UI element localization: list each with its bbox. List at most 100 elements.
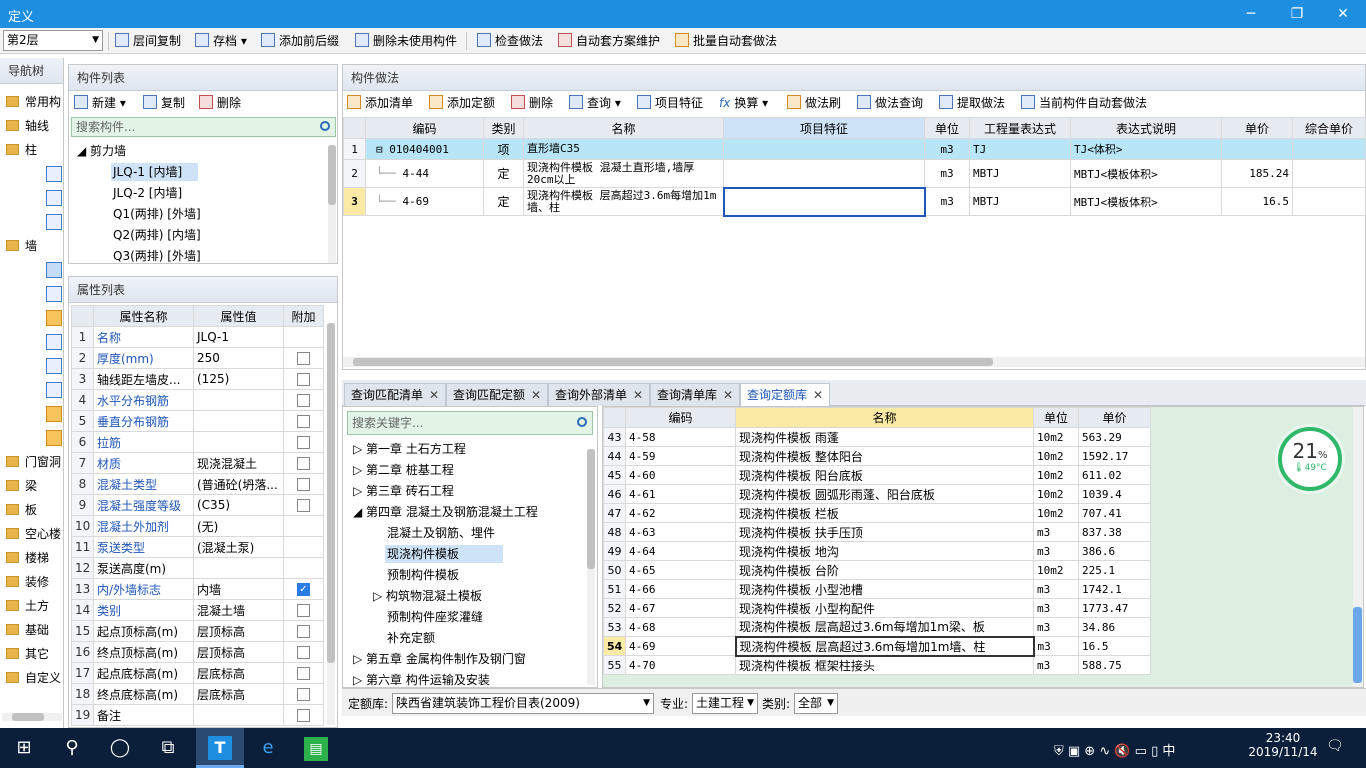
quota-row[interactable]: 53 4-68 现浇构件模板 层高超过3.6m每增加1m梁、板 m3 34.86 bbox=[603, 617, 1151, 637]
column-icon[interactable] bbox=[46, 166, 62, 182]
batch-auto-button[interactable]: 批量自动套做法 bbox=[675, 32, 777, 50]
quota-row[interactable]: 50 4-65 现浇构件模板 台阶 10m2 225.1 bbox=[603, 560, 1151, 580]
method-query-button[interactable]: 做法查询 bbox=[857, 94, 923, 112]
checkbox[interactable] bbox=[297, 436, 310, 449]
checkbox[interactable] bbox=[297, 604, 310, 617]
property-vscrollbar[interactable] bbox=[327, 323, 335, 725]
property-value[interactable]: 现浇混凝土 bbox=[193, 452, 284, 474]
checkbox[interactable] bbox=[297, 646, 310, 659]
nav-item-foundation[interactable]: 基础 bbox=[6, 620, 49, 640]
auto-scheme-button[interactable]: 自动套方案维护 bbox=[558, 32, 660, 50]
library-select[interactable]: 陕西省建筑装饰工程价目表(2009) ▼ bbox=[392, 693, 654, 714]
component-search-input[interactable]: 搜索构件... bbox=[71, 117, 336, 137]
wall-band-icon[interactable] bbox=[46, 406, 62, 422]
tree-item[interactable]: JLQ-2 [内墙] bbox=[77, 183, 327, 204]
property-row[interactable]: 16 终点顶标高(m) 层顶标高 bbox=[71, 641, 324, 663]
checkbox[interactable] bbox=[297, 352, 310, 365]
property-value[interactable]: 层底标高 bbox=[193, 662, 284, 684]
scroll-thumb[interactable] bbox=[353, 358, 993, 366]
scroll-thumb[interactable] bbox=[1353, 607, 1362, 683]
property-value[interactable] bbox=[193, 704, 284, 726]
checkbox[interactable] bbox=[297, 415, 310, 428]
method-expr[interactable]: MBTJ bbox=[969, 159, 1071, 188]
close-icon[interactable]: ✕ bbox=[723, 388, 733, 402]
tree-item[interactable]: Q3(两排) [外墙] bbox=[77, 246, 327, 267]
tree-item[interactable]: JLQ-1 [内墙] bbox=[77, 162, 327, 183]
app-t-icon[interactable]: T bbox=[196, 728, 244, 768]
cortana-icon[interactable]: ◯ bbox=[96, 728, 144, 768]
component-vscrollbar[interactable] bbox=[328, 145, 336, 263]
tab-external-list[interactable]: 查询外部清单 ✕ bbox=[548, 383, 651, 406]
property-row[interactable]: 4 水平分布钢筋 bbox=[71, 389, 324, 411]
check-method-button[interactable]: 检查做法 bbox=[477, 32, 543, 50]
item-feature-button[interactable]: 项目特征 bbox=[637, 94, 703, 112]
wall-column-icon[interactable] bbox=[46, 214, 62, 230]
minimize-button[interactable]: ─ bbox=[1228, 0, 1274, 28]
temperature-gauge[interactable]: 21% 🌡49°C bbox=[1278, 427, 1342, 491]
tab-match-quota[interactable]: 查询匹配定额 ✕ bbox=[446, 383, 549, 406]
specialty-select[interactable]: 土建工程 ▼ bbox=[692, 693, 758, 714]
tab-list-library[interactable]: 查询清单库 ✕ bbox=[650, 383, 741, 406]
checkbox[interactable] bbox=[297, 625, 310, 638]
checkbox[interactable] bbox=[297, 667, 310, 680]
nav-item-common[interactable]: 常用构 bbox=[6, 92, 61, 112]
delete-button[interactable]: 删除 bbox=[199, 94, 241, 112]
quota-vscrollbar[interactable] bbox=[1353, 407, 1363, 687]
scroll-thumb[interactable] bbox=[12, 713, 44, 721]
tree-item[interactable]: Q2(两排) [内墙] bbox=[77, 225, 327, 246]
quota-row[interactable]: 47 4-62 现浇构件模板 栏板 10m2 707.41 bbox=[603, 503, 1151, 523]
property-value[interactable] bbox=[193, 431, 284, 453]
method-expr[interactable]: TJ bbox=[969, 138, 1071, 160]
add-list-button[interactable]: 添加清单 bbox=[347, 94, 413, 112]
nav-item-wall[interactable]: 墙 bbox=[6, 236, 37, 256]
nav-item-slab[interactable]: 板 bbox=[6, 500, 37, 520]
property-value[interactable]: 层底标高 bbox=[193, 683, 284, 705]
quota-row[interactable]: 49 4-64 现浇构件模板 地沟 m3 386.6 bbox=[603, 541, 1151, 561]
edge-icon[interactable]: e bbox=[244, 728, 292, 768]
quota-row[interactable]: 54 4-69 现浇构件模板 层高超过3.6m每增加1m墙、柱 m3 16.5 bbox=[603, 635, 1151, 657]
add-prefix-button[interactable]: 添加前后缀 bbox=[261, 32, 339, 50]
property-value[interactable]: 内墙 bbox=[193, 578, 284, 600]
property-row[interactable]: 19 备注 bbox=[71, 704, 324, 726]
scroll-thumb[interactable] bbox=[327, 323, 335, 663]
property-value[interactable] bbox=[193, 410, 284, 432]
nav-item-custom[interactable]: 自定义 bbox=[6, 668, 61, 688]
tab-quota-library[interactable]: 查询定额库 ✕ bbox=[740, 383, 831, 407]
property-value[interactable]: 混凝土墙 bbox=[193, 599, 284, 621]
close-icon[interactable]: ✕ bbox=[531, 388, 541, 402]
method-row[interactable]: 3 └── 4-69 定现浇构件模板 层高超过3.6m每增加1m墙、柱 m3 MBTJ M… bbox=[343, 186, 1366, 217]
masonry-icon[interactable] bbox=[46, 430, 62, 446]
maximize-button[interactable]: ❐ bbox=[1274, 0, 1320, 28]
property-row[interactable]: 6 拉筋 bbox=[71, 431, 324, 453]
method-row[interactable]: 1 ⊟ 010404001 项直形墙C35 m3 TJ TJ<体积> bbox=[343, 138, 1366, 160]
property-value[interactable]: (无) bbox=[193, 515, 284, 537]
convert-button[interactable]: fx 换算 ▾ bbox=[719, 94, 768, 112]
quota-row[interactable]: 45 4-60 现浇构件模板 阳台底板 10m2 611.02 bbox=[603, 465, 1151, 485]
nav-item-finishing[interactable]: 装修 bbox=[6, 572, 49, 592]
property-value[interactable]: 250 bbox=[193, 347, 284, 369]
checkbox[interactable] bbox=[297, 394, 310, 407]
property-value[interactable]: (普通砼(坍落... bbox=[193, 473, 284, 495]
nav-item-stairs[interactable]: 楼梯 bbox=[6, 548, 49, 568]
scroll-thumb[interactable] bbox=[328, 145, 336, 205]
property-row[interactable]: 5 垂直分布钢筋 bbox=[71, 410, 324, 432]
new-button[interactable]: 新建 ▾ bbox=[74, 94, 126, 112]
nav-item-hollow-slab[interactable]: 空心楼 bbox=[6, 524, 61, 544]
search-icon[interactable]: ⚲ bbox=[48, 728, 96, 768]
tree-section[interactable]: 补充定额 bbox=[353, 628, 589, 649]
curtain-wall-icon[interactable] bbox=[46, 286, 62, 302]
tree-section[interactable]: 混凝土及钢筋、埋件 bbox=[353, 523, 589, 544]
nav-item-column[interactable]: 柱 bbox=[6, 140, 37, 160]
railing-icon[interactable] bbox=[46, 334, 62, 350]
archive-button[interactable]: 存档 ▾ bbox=[195, 32, 247, 50]
category-select[interactable]: 全部 ▼ bbox=[794, 693, 838, 714]
search-icon[interactable] bbox=[320, 121, 330, 131]
property-value[interactable]: 层顶标高 bbox=[193, 620, 284, 642]
close-icon[interactable]: ✕ bbox=[633, 388, 643, 402]
method-delete-button[interactable]: 删除 bbox=[511, 94, 553, 112]
brick-wall-icon[interactable] bbox=[46, 310, 62, 326]
checkbox[interactable] bbox=[297, 709, 310, 722]
property-row[interactable]: 1 名称 JLQ-1 bbox=[71, 326, 324, 348]
property-value[interactable]: (125) bbox=[193, 368, 284, 390]
constructional-column-icon[interactable] bbox=[46, 190, 62, 206]
